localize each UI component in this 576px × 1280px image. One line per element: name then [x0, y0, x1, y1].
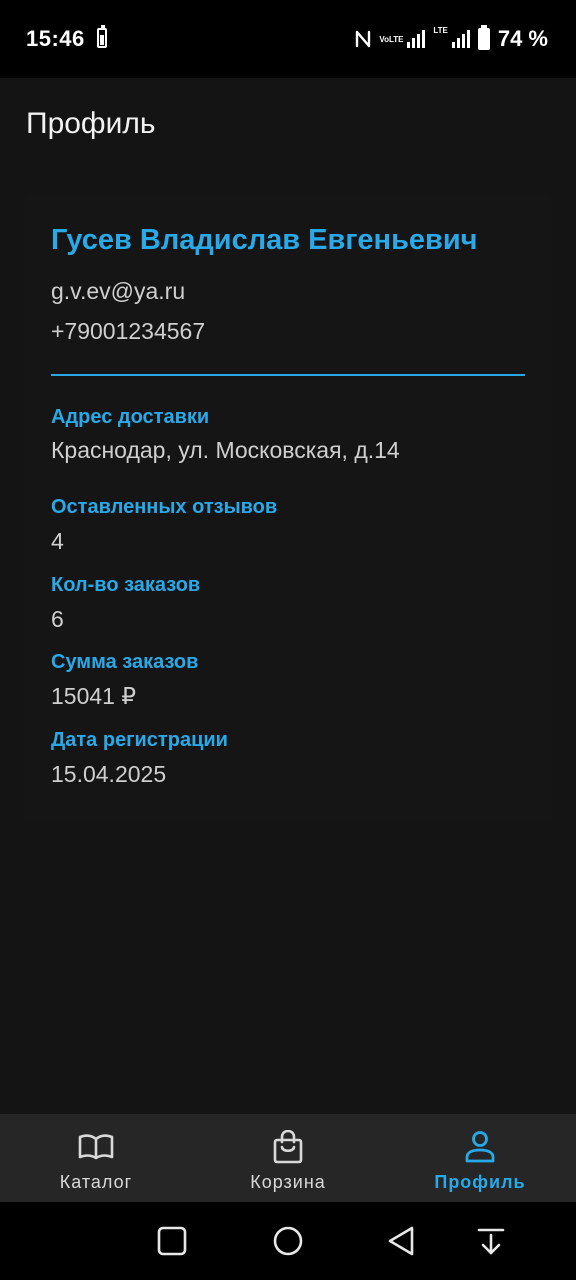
orders-sum-value: 15041 ₽: [51, 683, 136, 709]
nav-label-cart: Корзина: [250, 1172, 326, 1192]
orders-count-label: Кол-во заказов: [51, 574, 201, 596]
signal-icon-2: [451, 30, 470, 48]
nav-item-catalog[interactable]: Каталог: [0, 1114, 192, 1202]
registration-date-label: Дата регистрации: [51, 729, 228, 751]
nav-label-profile: Профиль: [434, 1172, 526, 1192]
divider: [51, 374, 525, 376]
bottom-nav: Каталог Корзина Профиль: [0, 1114, 576, 1202]
status-icons: VoLTE LTE 74 %: [355, 25, 548, 52]
home-icon[interactable]: [271, 1224, 305, 1258]
back-icon[interactable]: [385, 1224, 419, 1258]
volte-icon: VoLTE: [379, 34, 404, 44]
nav-item-profile[interactable]: Профиль: [384, 1114, 576, 1202]
page-title: Профиль: [26, 107, 156, 140]
status-time: 15:46: [26, 26, 85, 51]
orders-sum-label: Сумма заказов: [51, 651, 199, 673]
profile-card: Гусев Владислав Евгеньевич g.v.ev@ya.ru …: [24, 194, 552, 820]
user-name: Гусев Владислав Евгеньевич: [51, 224, 478, 256]
notification-pull-icon[interactable]: [474, 1224, 508, 1258]
status-bar: 15:46 VoLTE LTE 74 %: [0, 0, 576, 78]
battery-icon: [477, 25, 490, 50]
delivery-address-value: Краснодар, ул. Московская, д.14: [51, 437, 400, 463]
lte-label: LTE: [433, 26, 448, 35]
battery-saver-icon: [97, 25, 107, 48]
app-bar: Профиль: [0, 78, 576, 174]
signal-icon: [407, 30, 426, 48]
shopping-bag-icon: [273, 1130, 303, 1164]
recents-icon[interactable]: [155, 1224, 189, 1258]
book-icon: [78, 1134, 114, 1160]
orders-count-value: 6: [51, 606, 64, 632]
nav-label-catalog: Каталог: [59, 1172, 133, 1192]
nav-item-cart[interactable]: Корзина: [192, 1114, 384, 1202]
nfc-icon: [356, 30, 371, 48]
person-icon: [465, 1131, 495, 1163]
battery-percent: 74 %: [497, 26, 548, 51]
reviews-count-value: 4: [51, 528, 64, 554]
reviews-count-label: Оставленных отзывов: [51, 496, 278, 518]
registration-date-value: 15.04.2025: [51, 761, 167, 787]
system-nav-bar: [0, 1202, 576, 1280]
user-phone: +79001234567: [51, 318, 206, 344]
user-email: g.v.ev@ya.ru: [51, 278, 186, 304]
delivery-address-label: Адрес доставки: [51, 406, 210, 428]
